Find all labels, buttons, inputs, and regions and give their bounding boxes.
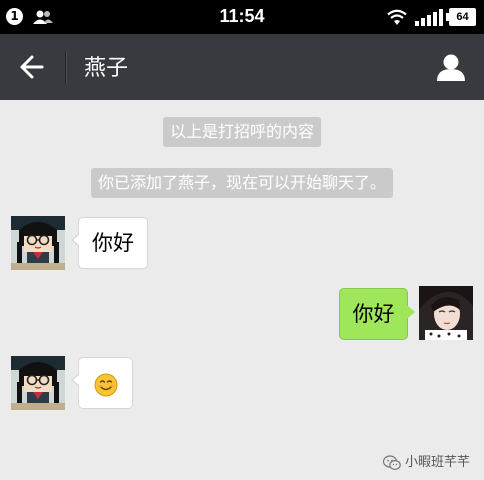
cartoon-avatar-icon	[11, 356, 65, 410]
cartoon-avatar-icon	[11, 216, 65, 270]
system-message: 你已添加了燕子，现在可以开始聊天了。	[0, 168, 484, 198]
chat-title: 燕子	[84, 56, 129, 81]
incoming-message-bubble[interactable]	[71, 357, 133, 409]
message-text: 你好	[92, 231, 134, 255]
profile-icon[interactable]	[434, 52, 468, 82]
contact-avatar[interactable]	[11, 216, 65, 270]
self-avatar[interactable]	[419, 286, 473, 340]
signal-icon	[415, 9, 443, 26]
system-message: 以上是打招呼的内容	[0, 117, 484, 147]
chat-header: 燕子	[0, 34, 484, 100]
battery-icon: 64	[446, 8, 476, 26]
watermark-text: 小暇班芊芊	[404, 455, 470, 470]
smile-emoji-icon	[94, 373, 118, 397]
photo-avatar-icon	[419, 286, 473, 340]
watermark: 小暇班芊芊	[382, 451, 470, 471]
system-message-text: 以上是打招呼的内容	[162, 117, 321, 147]
wifi-icon	[387, 9, 407, 25]
message-text: 你好	[352, 302, 395, 326]
system-message-text: 你已添加了燕子，现在可以开始聊天了。	[90, 168, 393, 198]
header-divider	[65, 51, 67, 83]
status-time: 11:54	[219, 6, 265, 26]
status-bar: 1 11:54 64	[0, 0, 484, 34]
wechat-icon	[382, 454, 401, 470]
incoming-message-bubble[interactable]: 你好	[71, 217, 148, 269]
back-arrow-icon[interactable]	[14, 52, 48, 82]
outgoing-message-bubble[interactable]: 你好	[339, 288, 415, 340]
contact-avatar[interactable]	[11, 356, 65, 410]
